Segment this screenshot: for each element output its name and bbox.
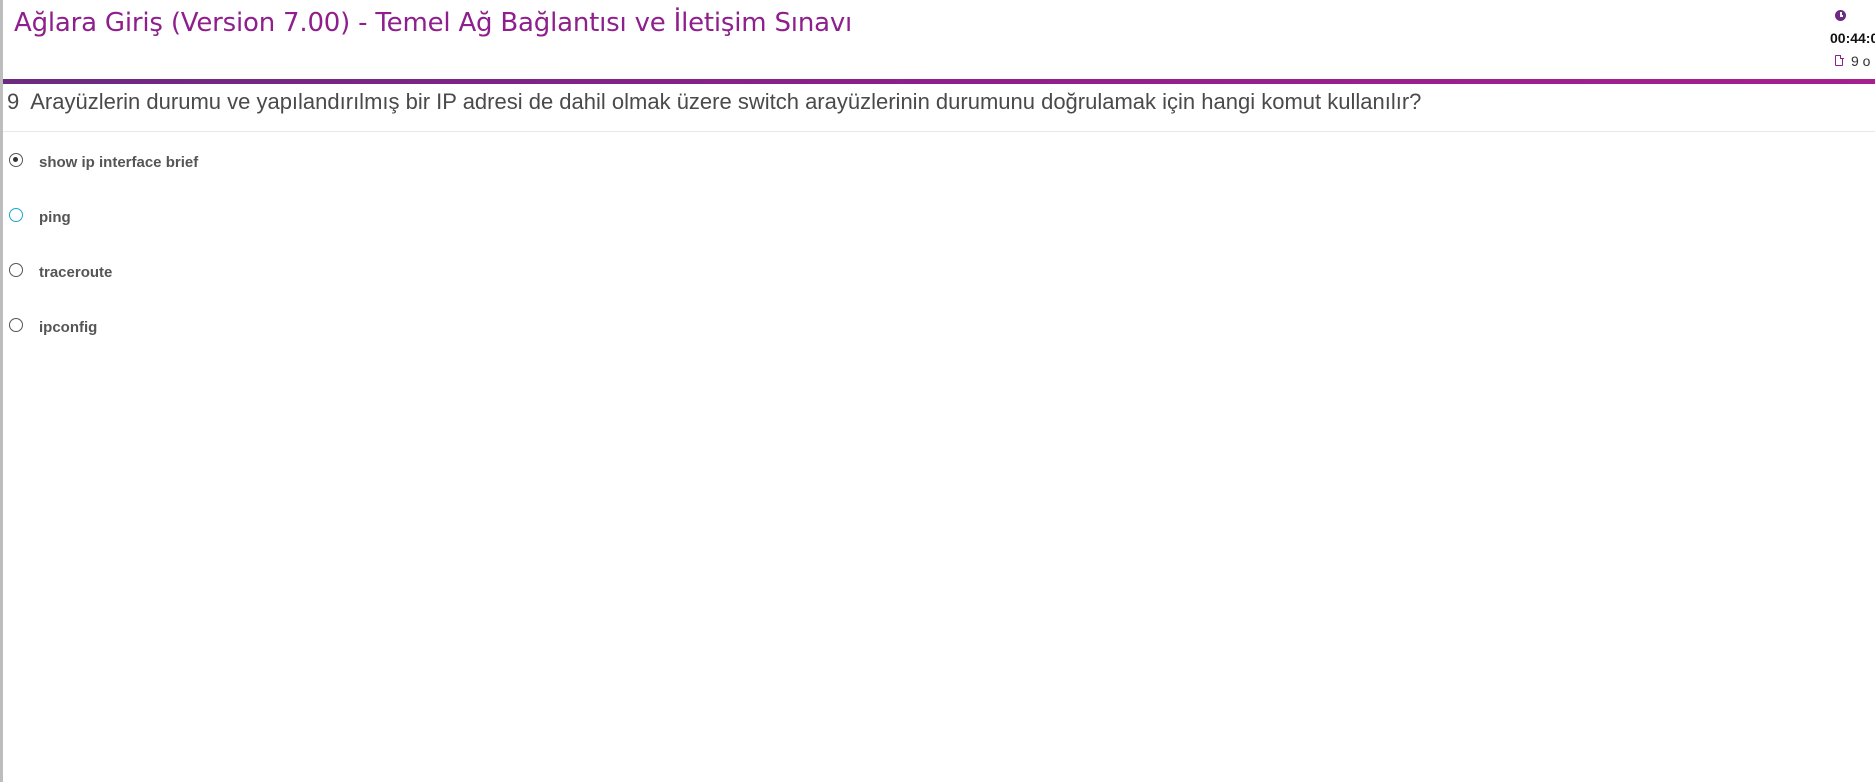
exam-title: Ağlara Giriş (Version 7.00) - Temel Ağ B… bbox=[14, 8, 853, 38]
radio-button[interactable] bbox=[9, 263, 23, 277]
question-number: 9 bbox=[7, 89, 20, 114]
answer-option-1[interactable]: show ip interface brief bbox=[9, 148, 198, 172]
document-icon bbox=[1835, 54, 1844, 66]
answer-option-2[interactable]: ping bbox=[9, 203, 71, 227]
window-left-border bbox=[0, 0, 3, 782]
timer-panel: 00:44:0 9 o bbox=[1825, 8, 1875, 74]
answer-option-label[interactable]: ipconfig bbox=[39, 319, 97, 336]
answer-option-label[interactable]: ping bbox=[39, 209, 71, 226]
timer-value: 00:44:0 bbox=[1830, 30, 1875, 46]
answer-option-label[interactable]: show ip interface brief bbox=[39, 154, 198, 171]
radio-button[interactable] bbox=[9, 208, 23, 222]
radio-button[interactable] bbox=[9, 318, 23, 332]
answer-option-3[interactable]: traceroute bbox=[9, 258, 112, 282]
exam-header: Ağlara Giriş (Version 7.00) - Temel Ağ B… bbox=[3, 0, 1875, 78]
question-text-row: 9 Arayüzlerin durumu ve yapılandırılmış b… bbox=[7, 89, 1421, 115]
radio-button-selected[interactable] bbox=[9, 153, 23, 167]
clock-icon bbox=[1835, 10, 1846, 21]
question-divider bbox=[3, 131, 1875, 132]
header-divider-bar bbox=[3, 79, 1875, 84]
answer-option-4[interactable]: ipconfig bbox=[9, 313, 97, 337]
answer-option-label[interactable]: traceroute bbox=[39, 264, 112, 281]
question-text: Arayüzlerin durumu ve yapılandırılmış bi… bbox=[30, 89, 1422, 114]
question-progress: 9 o bbox=[1851, 53, 1871, 69]
